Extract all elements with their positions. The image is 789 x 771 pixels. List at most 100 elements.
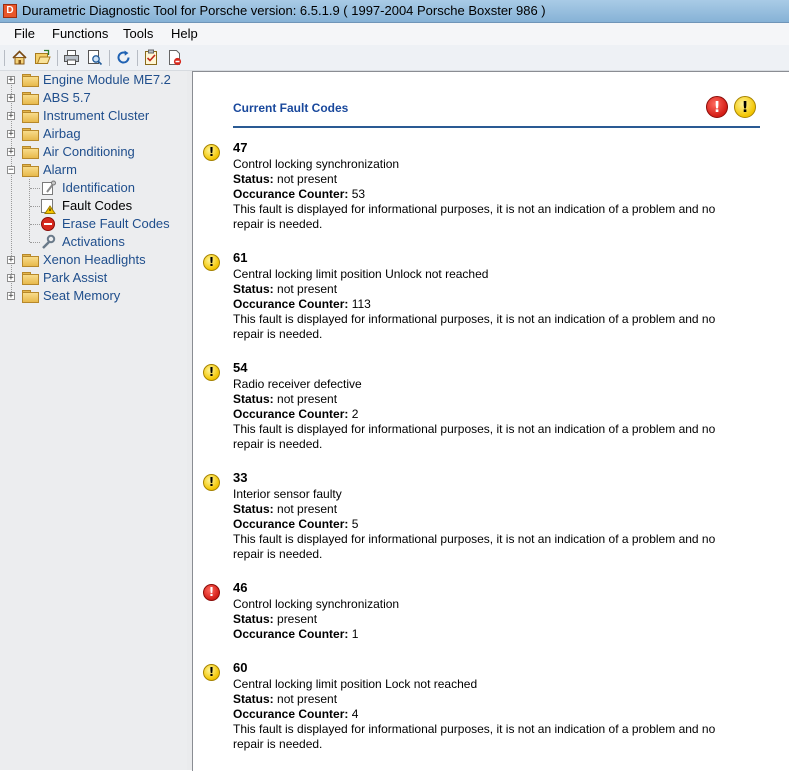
expand-toggle[interactable]: + [7,94,15,103]
counter-label: Occurance Counter: [233,707,349,721]
folder-icon [22,110,39,123]
status-value: not present [277,392,338,406]
fault-entry: ! 46 Control locking synchronization Sta… [203,580,773,650]
status-label: Status: [233,502,274,516]
counter-label: Occurance Counter: [233,297,349,311]
fault-status: Status: not present [233,282,337,296]
wrench-icon [42,234,56,249]
info-line: This fault is displayed for informationa… [233,202,716,216]
fault-info: This fault is displayed for informationa… [233,202,753,232]
fault-code: 33 [233,470,248,485]
fault-status: Status: not present [233,502,337,516]
info-line: repair is needed. [233,547,323,561]
fault-description: Control locking synchronization [233,157,400,171]
identification-icon [42,180,56,195]
fault-status: Status: present [233,612,317,626]
status-label: Status: [233,612,274,626]
counter-value: 53 [351,187,366,201]
fault-info: This fault is displayed for informationa… [233,532,753,562]
toolbar-separator [57,50,58,66]
fault-counter: Occurance Counter: 5 [233,517,358,531]
fault-code: 46 [233,580,248,595]
fault-status: Status: not present [233,172,337,186]
info-line: repair is needed. [233,437,323,451]
fault-entry: ! 47 Control locking synchronization Sta… [203,140,773,240]
open-folder-icon[interactable] [34,49,51,66]
checklist-icon[interactable] [143,49,160,66]
fault-counter: Occurance Counter: 4 [233,707,358,721]
expand-toggle[interactable]: + [7,76,15,85]
home-icon[interactable] [11,49,28,66]
tree-item-label: Xenon Headlights [43,252,146,267]
expand-toggle[interactable]: + [7,112,15,121]
toolbar-grip [4,50,5,66]
status-value: present [277,612,318,626]
expand-toggle[interactable]: + [7,148,15,157]
toolbar-separator [109,50,110,66]
refresh-icon[interactable] [115,49,132,66]
tree-item-label: Fault Codes [62,198,133,213]
tree-item-activations[interactable]: Activations [0,233,187,251]
fault-description: Radio receiver defective [233,377,362,391]
expand-toggle[interactable]: + [7,274,15,283]
document-delete-icon[interactable] [166,49,183,66]
menu-functions[interactable]: Functions [52,26,108,41]
expand-toggle[interactable]: + [7,256,15,265]
fault-code: 60 [233,660,248,675]
tree-item-label: Air Conditioning [43,144,135,159]
fault-entry: ! 61 Central locking limit position Unlo… [203,250,773,350]
expand-toggle[interactable]: + [7,130,15,139]
warning-icon: ! [734,96,756,118]
info-line: repair is needed. [233,217,323,231]
app-icon[interactable]: D [3,4,17,18]
tree-item-xenon-headlights[interactable]: + Xenon Headlights [0,251,187,269]
status-label: Status: [233,692,274,706]
tree-item-label: Instrument Cluster [43,108,150,123]
module-tree: + Engine Module ME7.2 + ABS 5.7 + Instru… [0,71,188,770]
status-value: not present [277,692,338,706]
tree-item-airbag[interactable]: + Airbag [0,125,187,143]
collapse-toggle[interactable]: − [7,166,15,175]
tree-item-seat-memory[interactable]: + Seat Memory [0,287,187,305]
counter-label: Occurance Counter: [233,407,349,421]
menu-tools[interactable]: Tools [123,26,153,41]
tree-item-abs[interactable]: + ABS 5.7 [0,89,187,107]
warning-icon: ! [203,364,220,381]
tree-item-fault-codes[interactable]: Fault Codes [0,197,187,215]
counter-label: Occurance Counter: [233,517,349,531]
title-bar: D Durametric Diagnostic Tool for Porsche… [0,0,789,23]
section-title: Current Fault Codes [233,101,349,115]
menu-help[interactable]: Help [171,26,198,41]
fault-entry: ! 54 Radio receiver defective Status: no… [203,360,773,460]
tree-item-instrument-cluster[interactable]: + Instrument Cluster [0,107,187,125]
folder-icon [22,254,39,267]
status-value: not present [277,502,338,516]
warning-icon: ! [203,474,220,491]
fault-counter: Occurance Counter: 1 [233,627,358,641]
fault-counter: Occurance Counter: 2 [233,407,358,421]
counter-value: 5 [351,517,359,531]
tree-item-alarm[interactable]: − Alarm [0,161,187,179]
counter-value: 1 [351,627,359,641]
folder-icon [22,272,39,285]
warning-icon: ! [203,254,220,271]
tree-item-label: Erase Fault Codes [62,216,170,231]
menu-file[interactable]: File [14,26,35,41]
fault-entry: ! 60 Central locking limit position Lock… [203,660,773,760]
print-icon[interactable] [63,49,80,66]
tree-item-air-conditioning[interactable]: + Air Conditioning [0,143,187,161]
tree-item-label: Seat Memory [43,288,121,303]
info-line: This fault is displayed for informationa… [233,312,716,326]
window-title: Durametric Diagnostic Tool for Porsche v… [22,3,546,18]
tree-item-erase-fault-codes[interactable]: Erase Fault Codes [0,215,187,233]
fault-code: 61 [233,250,248,265]
expand-toggle[interactable]: + [7,292,15,301]
print-preview-icon[interactable] [86,49,103,66]
tree-item-park-assist[interactable]: + Park Assist [0,269,187,287]
fault-info: This fault is displayed for informationa… [233,422,753,452]
folder-icon [22,146,39,159]
tree-item-identification[interactable]: Identification [0,179,187,197]
tree-item-engine-module[interactable]: + Engine Module ME7.2 [0,71,187,89]
folder-icon [22,290,39,303]
error-icon: ! [706,96,728,118]
